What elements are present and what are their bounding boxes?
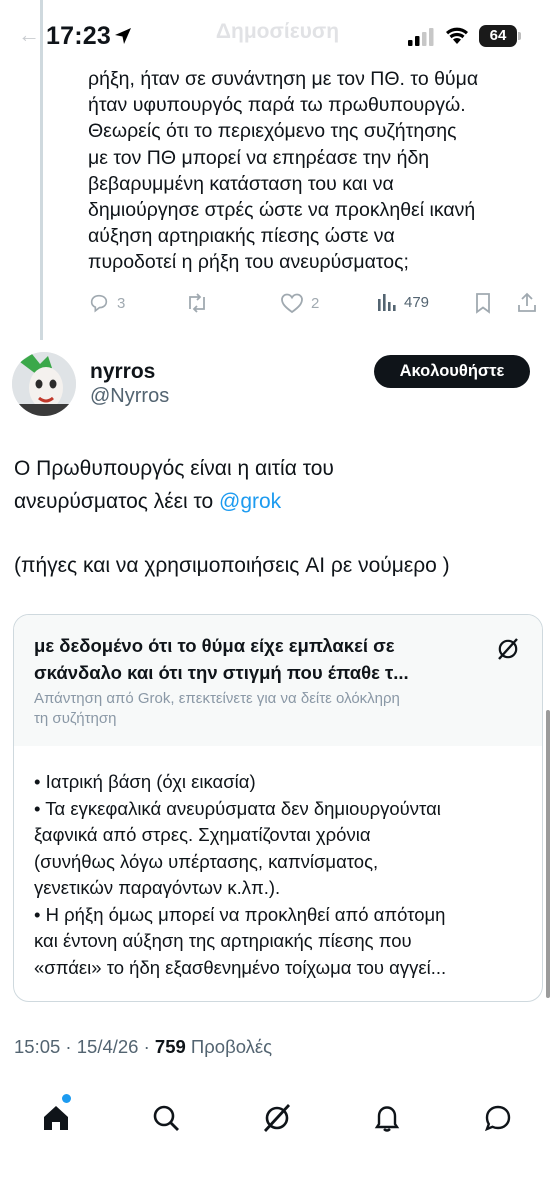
home-icon bbox=[44, 1106, 68, 1130]
body-line: • Τα εγκεφαλικά ανευρύσματα δεν δημιουργ… bbox=[34, 797, 441, 819]
tweet-text: Ο Πρωθυπουργός είναι η αιτία του ανευρύσ… bbox=[14, 452, 534, 518]
reply-line: Θεωρείς ότι το περιεχόμενο της συζήτησης bbox=[88, 120, 457, 143]
reply-line: δημιούργησε στρές ώστε να προκληθεί ικαν… bbox=[88, 199, 476, 222]
nav-search[interactable] bbox=[146, 1098, 186, 1138]
avatar[interactable] bbox=[12, 352, 76, 416]
messages-icon bbox=[484, 1105, 511, 1132]
grok-icon bbox=[263, 1104, 291, 1132]
battery-tip bbox=[518, 32, 521, 40]
thread-connector-line bbox=[40, 0, 43, 340]
reply-line: πυροδοτεί η ρήξη του ανευρύσματος; bbox=[88, 251, 409, 274]
heart-icon bbox=[281, 293, 303, 314]
tweet-timestamp: 15:05 · 15/4/26 · bbox=[14, 1036, 155, 1057]
reply-line: ήταν υφυπουργός παρά τω πρωθυπουργώ. bbox=[88, 94, 466, 117]
nav-notifications[interactable] bbox=[367, 1098, 407, 1138]
author-display-name[interactable]: nyrros bbox=[90, 360, 155, 384]
body-line: (συνήθως λόγω υπέρτασης, καπνίσματος, bbox=[34, 850, 379, 872]
grok-mention-link[interactable]: @grok bbox=[219, 490, 281, 513]
reply-count: 3 bbox=[117, 294, 126, 312]
reply-line: αύξηση αρτηριακής πίεσης ώστε να bbox=[88, 225, 395, 248]
reply-line: με τον ΠΘ μπορεί να επηρέασε την ήδη bbox=[88, 146, 430, 169]
reply-icon bbox=[90, 294, 108, 313]
share-icon bbox=[518, 292, 536, 312]
subtitle-line: τη συζήτηση bbox=[34, 710, 117, 727]
bookmark-action[interactable] bbox=[473, 292, 493, 314]
views-total: 759 bbox=[154, 1036, 186, 1057]
question-line: με δεδομένο ότι το θύμα είχε εμπλακεί σε bbox=[34, 635, 395, 656]
wifi-icon bbox=[444, 25, 470, 50]
scrollbar[interactable] bbox=[546, 710, 550, 998]
tweet-line-3: (πήγες και να χρησιμοποιήσεις AI ρε νούμ… bbox=[14, 554, 450, 577]
author-handle[interactable]: @Nyrros bbox=[90, 385, 169, 408]
share-action[interactable] bbox=[516, 292, 538, 314]
body-line: γενετικών παραγόντων κ.λπ.). bbox=[34, 877, 281, 898]
like-action[interactable]: 2 bbox=[280, 292, 319, 314]
previous-reply-text: ρήξη, ήταν σε συνάντηση με τον ΠΘ. το θύ… bbox=[88, 66, 538, 276]
views-count: 479 bbox=[404, 293, 430, 311]
repost-icon bbox=[189, 293, 205, 313]
status-time: 17:23 bbox=[46, 22, 111, 50]
battery-indicator: 64 bbox=[479, 25, 517, 47]
home-notification-dot bbox=[62, 1094, 71, 1103]
search-icon bbox=[153, 1105, 179, 1131]
nav-messages[interactable] bbox=[478, 1098, 518, 1138]
reply-line: ρήξη, ήταν σε συνάντηση με τον ΠΘ. το θύ… bbox=[88, 68, 479, 90]
grok-card-subtitle: Απάντηση από Grok, επεκτείνετε για να δε… bbox=[34, 689, 514, 729]
grok-icon bbox=[496, 637, 520, 666]
views-action[interactable]: 479 bbox=[377, 292, 429, 312]
location-arrow-icon bbox=[114, 27, 132, 50]
follow-button[interactable]: Ακολουθήστε bbox=[374, 355, 530, 388]
subtitle-line: Απάντηση από Grok, επεκτείνετε για να δε… bbox=[34, 690, 400, 707]
reply-action[interactable]: 3 bbox=[88, 292, 125, 314]
body-line: ξαφνικά από στρες. Σχηματίζονται χρόνια bbox=[34, 824, 371, 845]
body-line: • Η ρήξη όμως μπορεί να προκληθεί από απ… bbox=[34, 903, 446, 925]
nav-home[interactable] bbox=[36, 1098, 76, 1138]
notifications-icon bbox=[374, 1106, 400, 1132]
bookmark-icon bbox=[476, 293, 490, 314]
body-line: και έντονη αύξηση της αρτηριακής πίεσης … bbox=[34, 930, 412, 951]
nav-grok[interactable] bbox=[257, 1098, 297, 1138]
grok-card-body: • Ιατρική βάση (όχι εικασία) • Τα εγκεφα… bbox=[34, 769, 534, 981]
body-line: • Ιατρική βάση (όχι εικασία) bbox=[34, 771, 256, 792]
like-count: 2 bbox=[311, 294, 320, 312]
question-line: σκάνδαλο και ότι την στιγμή που έπαθε τ.… bbox=[34, 662, 409, 683]
tweet-line-prefix: ανευρύσματος λέει το bbox=[14, 490, 219, 513]
views-label: Προβολές bbox=[185, 1036, 273, 1057]
analytics-icon bbox=[378, 294, 396, 311]
grok-card-question: με δεδομένο ότι το θύμα είχε εμπλακεί σε… bbox=[34, 632, 464, 686]
cellular-signal-icon bbox=[408, 28, 434, 46]
body-line: «σπάει» το ήδη εξασθενημένο τοίχωμα του … bbox=[34, 956, 447, 978]
grok-answer-card[interactable]: με δεδομένο ότι το θύμα είχε εμπλακεί σε… bbox=[13, 614, 543, 1002]
repost-action[interactable] bbox=[185, 292, 209, 314]
tweet-line: ανευρύσματος λέει το @grok bbox=[14, 485, 534, 518]
reply-line: βεβαρυμμένη κατάσταση του και να bbox=[88, 172, 394, 195]
tweet-meta: 15:05 · 15/4/26 · 759 Προβολές bbox=[14, 1036, 272, 1058]
tweet-line: Ο Πρωθυπουργός είναι η αιτία του bbox=[14, 457, 334, 480]
